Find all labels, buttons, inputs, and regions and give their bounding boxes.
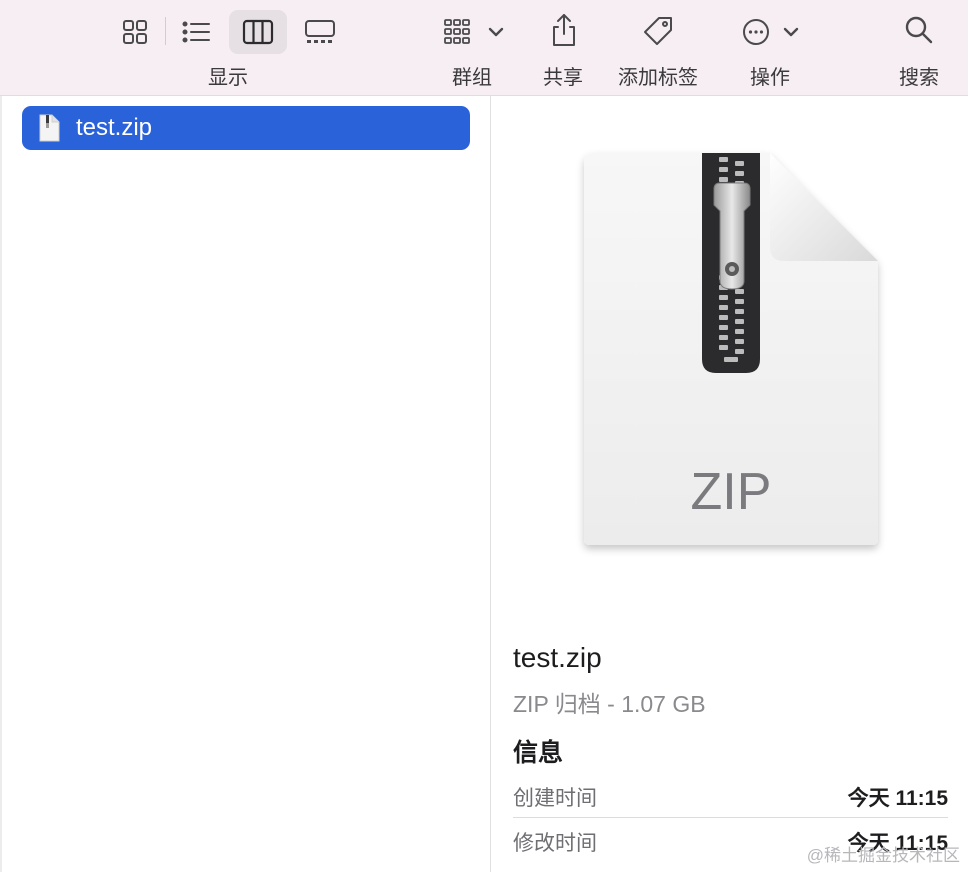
window-edge bbox=[0, 96, 2, 872]
view-label: 显示 bbox=[208, 67, 248, 89]
created-label: 创建时间 bbox=[513, 787, 597, 810]
share-icon[interactable] bbox=[548, 12, 580, 48]
columns-icon[interactable] bbox=[240, 18, 276, 46]
action-label: 操作 bbox=[750, 67, 790, 89]
preview-subtitle: ZIP 归档 - 1.07 GB bbox=[513, 691, 706, 717]
magnifier-icon[interactable] bbox=[903, 14, 935, 46]
row-separator bbox=[513, 817, 948, 818]
file-list-pane[interactable] bbox=[0, 96, 490, 872]
preview-file-name: test.zip bbox=[513, 642, 602, 673]
grid-icon[interactable] bbox=[120, 18, 150, 46]
gallery-icon[interactable] bbox=[302, 18, 338, 46]
info-heading: 信息 bbox=[513, 739, 564, 767]
zip-document-icon bbox=[39, 114, 60, 142]
file-name: test.zip bbox=[76, 114, 153, 141]
created-value: 今天 11:15 bbox=[847, 787, 948, 810]
share-label: 共享 bbox=[543, 67, 583, 89]
tags-label: 添加标签 bbox=[618, 67, 698, 89]
group-icon[interactable] bbox=[440, 16, 506, 48]
file-row-test-zip[interactable]: test.zip bbox=[22, 106, 470, 150]
modified-label: 修改时间 bbox=[513, 832, 597, 855]
search-label: 搜索 bbox=[899, 67, 939, 89]
watermark: @稀土掘金技术社区 bbox=[806, 846, 960, 865]
tag-icon[interactable] bbox=[641, 14, 675, 48]
ellipsis-circle-icon[interactable] bbox=[740, 16, 802, 48]
zip-file-preview-icon: ZIP bbox=[584, 153, 878, 545]
segment-divider bbox=[165, 17, 166, 45]
zip-badge: ZIP bbox=[691, 463, 772, 521]
toolbar: 显示 群组 共享 添加标签 操作 搜索 bbox=[0, 0, 968, 96]
list-icon[interactable] bbox=[180, 18, 212, 46]
group-label: 群组 bbox=[452, 67, 492, 89]
